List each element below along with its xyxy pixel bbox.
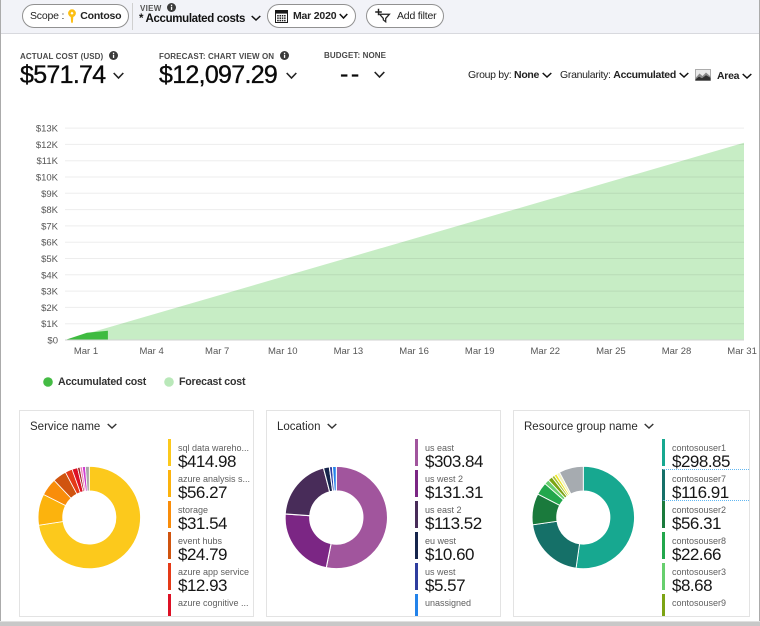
svg-text:$5K: $5K (41, 254, 59, 265)
svg-text:Mar 7: Mar 7 (205, 346, 229, 357)
svg-text:$0: $0 (47, 336, 58, 347)
svg-text:$4K: $4K (41, 270, 59, 281)
svg-text:$11K: $11K (37, 156, 59, 167)
svg-text:$12K: $12K (36, 140, 59, 151)
svg-text:$7K: $7K (41, 221, 59, 232)
svg-text:Mar 22: Mar 22 (531, 346, 561, 357)
svg-text:Mar 10: Mar 10 (268, 346, 298, 357)
svg-text:Mar 25: Mar 25 (596, 346, 626, 357)
svg-text:Mar 19: Mar 19 (465, 346, 495, 357)
svg-text:Mar 31: Mar 31 (727, 346, 757, 357)
svg-text:$13K: $13K (36, 124, 59, 135)
svg-text:Mar 1: Mar 1 (74, 346, 98, 357)
svg-text:$1K: $1K (41, 319, 59, 330)
svg-text:$2K: $2K (41, 303, 59, 314)
svg-text:$3K: $3K (41, 287, 59, 298)
svg-text:$6K: $6K (41, 238, 59, 249)
svg-text:Mar 4: Mar 4 (139, 346, 163, 357)
svg-text:Mar 16: Mar 16 (399, 346, 429, 357)
svg-text:$8K: $8K (41, 205, 59, 216)
svg-text:Mar 13: Mar 13 (334, 346, 364, 357)
svg-text:Mar 28: Mar 28 (662, 346, 692, 357)
svg-text:$9K: $9K (41, 189, 59, 200)
svg-text:$10K: $10K (36, 173, 59, 184)
